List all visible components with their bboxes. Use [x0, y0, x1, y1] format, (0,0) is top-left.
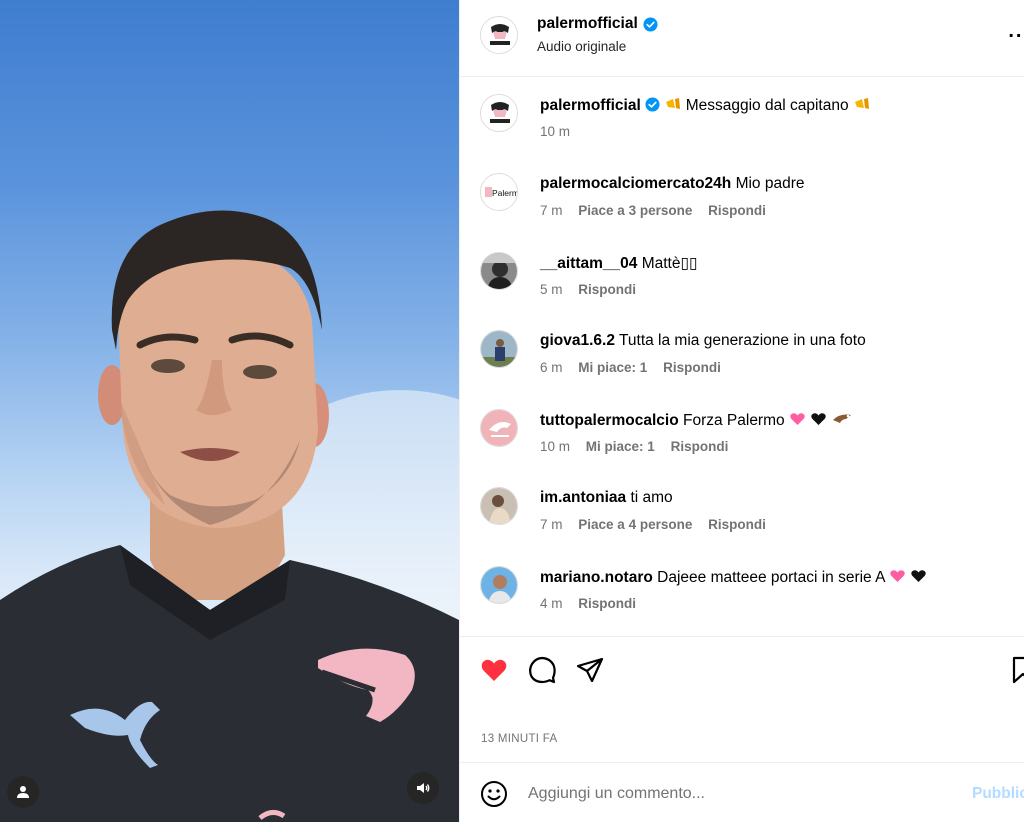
comment-meta: 4 m Rispondi: [540, 596, 648, 611]
svg-text:Palermo: Palermo: [492, 188, 518, 198]
comment-input[interactable]: [528, 781, 948, 807]
comment-meta: 6 m Mi piace: 1 Rispondi: [540, 360, 733, 375]
comment-username[interactable]: mariano.notaro: [540, 569, 653, 586]
share-icon[interactable]: [575, 655, 605, 685]
account-username[interactable]: palermofficial: [537, 15, 658, 33]
comment-line: palermocalciomercato24h Mio padre: [540, 175, 805, 193]
post-timestamp: 13 MINUTI FA: [481, 733, 558, 745]
megaphone-icon: [854, 98, 869, 109]
profile-photo: [481, 331, 517, 367]
commenter-avatar[interactable]: [480, 252, 518, 290]
comment-meta: 7 m Piace a 4 persone Rispondi: [540, 517, 778, 532]
commenter-avatar[interactable]: [480, 330, 518, 368]
caption-line: palermofficial Messaggio dal capitano: [540, 96, 870, 115]
reply-button[interactable]: Rispondi: [578, 596, 636, 611]
comment-time[interactable]: 5 m: [540, 282, 563, 297]
verified-badge-icon: [645, 97, 660, 112]
audio-link[interactable]: Audio originale: [537, 39, 626, 54]
video-frame: [0, 210, 459, 822]
comment-likes[interactable]: Piace a 4 persone: [578, 517, 692, 532]
comment-username[interactable]: __aittam__04: [540, 255, 637, 272]
comment-meta: 10 m Mi piace: 1 Rispondi: [540, 439, 740, 454]
post-comment-button[interactable]: Pubblica: [972, 785, 1024, 803]
comment-likes[interactable]: Piace a 3 persone: [578, 203, 692, 218]
comment-composer: Pubblica: [460, 762, 1024, 822]
comment-time[interactable]: 10 m: [540, 439, 570, 454]
comment-time[interactable]: 7 m: [540, 203, 563, 218]
profile-photo: [481, 488, 517, 524]
reply-button[interactable]: Rispondi: [663, 360, 721, 375]
megaphone-icon: [666, 98, 681, 109]
caption-time[interactable]: 10 m: [540, 124, 570, 139]
emoji-picker-icon[interactable]: [480, 780, 508, 808]
comment-text: Dajeee matteee portaci in serie A: [657, 569, 885, 586]
more-options-button[interactable]: ...: [1008, 20, 1024, 43]
commenter-avatar[interactable]: [480, 409, 518, 447]
speaker-icon: [417, 783, 430, 793]
header-username[interactable]: palermofficial: [537, 15, 638, 33]
comment-text: Mio padre: [735, 175, 805, 192]
comment-icon[interactable]: [527, 655, 557, 685]
caption-username[interactable]: palermofficial: [540, 97, 641, 114]
comment-text: Tutta la mia generazione in una foto: [619, 332, 866, 349]
profile-photo: [481, 253, 517, 289]
comment-line: mariano.notaro Dajeee matteee portaci in…: [540, 568, 927, 587]
comment-list[interactable]: palermofficial Messaggio dal capitano 10…: [460, 78, 1024, 636]
reel-video[interactable]: [0, 0, 459, 822]
reply-button[interactable]: Rispondi: [671, 439, 729, 454]
comment-time[interactable]: 7 m: [540, 517, 563, 532]
palermo-text-logo: Palermo: [481, 174, 518, 210]
tagged-users-button[interactable]: [7, 776, 39, 808]
post-header: palermofficial Audio originale ...: [460, 0, 1024, 77]
profile-photo: [481, 567, 517, 603]
account-avatar[interactable]: [480, 16, 518, 54]
eagle-logo: [481, 410, 517, 446]
pink-heart-icon: [890, 570, 905, 582]
comment-username[interactable]: tuttopalermocalcio: [540, 412, 679, 429]
caption-meta: 10 m: [540, 124, 582, 139]
post-actions: 13 MINUTI FA: [460, 636, 1024, 761]
commenter-avatar[interactable]: [480, 487, 518, 525]
user-icon: [17, 786, 29, 798]
comment-line: im.antoniaa ti amo: [540, 489, 673, 507]
commenter-avatar[interactable]: Palermo: [480, 173, 518, 211]
reply-button[interactable]: Rispondi: [578, 282, 636, 297]
reply-button[interactable]: Rispondi: [708, 203, 766, 218]
like-heart-icon[interactable]: [479, 655, 509, 685]
black-heart-icon: [911, 570, 926, 582]
audio-toggle-button[interactable]: [407, 772, 439, 804]
commenter-avatar[interactable]: [480, 566, 518, 604]
comment-username[interactable]: im.antoniaa: [540, 489, 626, 506]
verified-badge-icon: [643, 16, 658, 32]
comment-likes[interactable]: Mi piace: 1: [586, 439, 655, 454]
comment-meta: 7 m Piace a 3 persone Rispondi: [540, 203, 778, 218]
comment-text: Forza Palermo: [682, 412, 785, 429]
comment-line: __aittam__04 Mattè▯▯: [540, 254, 698, 273]
black-heart-icon: [811, 413, 826, 425]
palermo-crest-icon: [481, 95, 517, 131]
comment-line: tuttopalermocalcio Forza Palermo: [540, 411, 852, 430]
comment-text: ti amo: [630, 489, 673, 506]
eagle-icon: [832, 414, 851, 423]
post-detail-panel: palermofficial Audio originale ... paler…: [459, 0, 1024, 822]
reply-button[interactable]: Rispondi: [708, 517, 766, 532]
comment-text: Mattè▯▯: [641, 255, 698, 272]
caption-avatar[interactable]: [480, 94, 518, 132]
comment-username[interactable]: giova1.6.2: [540, 332, 615, 349]
comment-time[interactable]: 6 m: [540, 360, 563, 375]
pink-heart-icon: [790, 413, 805, 425]
save-bookmark-icon[interactable]: [1008, 655, 1024, 685]
comment-time[interactable]: 4 m: [540, 596, 563, 611]
comment-likes[interactable]: Mi piace: 1: [578, 360, 647, 375]
comment-line: giova1.6.2 Tutta la mia generazione in u…: [540, 332, 866, 350]
caption-text: Messaggio dal capitano: [685, 97, 849, 114]
comment-meta: 5 m Rispondi: [540, 282, 648, 297]
comment-username[interactable]: palermocalciomercato24h: [540, 175, 731, 192]
palermo-crest-icon: [481, 17, 517, 53]
